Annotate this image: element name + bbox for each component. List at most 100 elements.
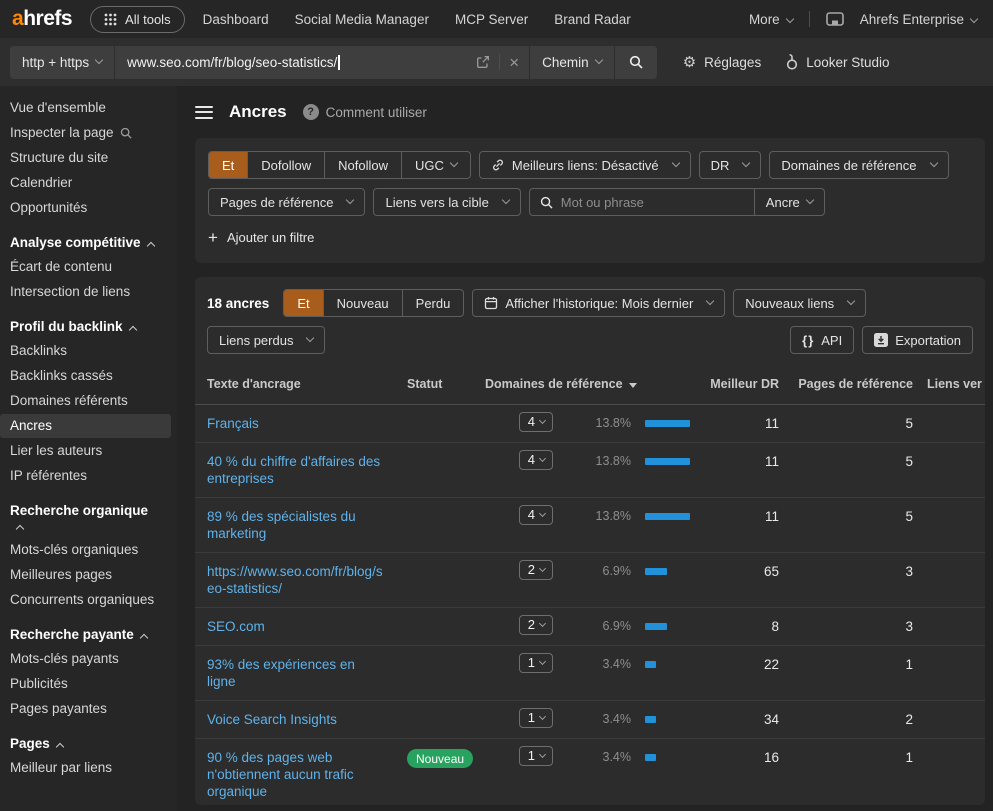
chevron-down-icon xyxy=(539,417,546,424)
domains-percent: 13.8% xyxy=(553,415,631,432)
anchor-link[interactable]: 93% des expériences en ligne xyxy=(207,656,397,690)
col-status[interactable]: Statut xyxy=(397,377,485,391)
ahrefs-logo[interactable]: ahrefs xyxy=(12,7,72,31)
nav-brand-radar[interactable]: Brand Radar xyxy=(554,12,631,27)
sidebar-section-header[interactable]: Recherche payante xyxy=(0,613,171,647)
sidebar-item-vue-d-ensemble[interactable]: Vue d'ensemble xyxy=(0,96,171,120)
table-row: SEO.com 2 6.9% 8 3 xyxy=(195,608,985,646)
anchor-link[interactable]: Voice Search Insights xyxy=(207,711,397,728)
toolbar-nouveau-button[interactable]: Nouveau xyxy=(323,290,402,316)
sidebar-item-ancres[interactable]: Ancres xyxy=(0,414,171,438)
sidebar-item-mots-cl-s-organiques[interactable]: Mots-clés organiques xyxy=(0,538,171,562)
sidebar-item-structure-du-site[interactable]: Structure du site xyxy=(0,146,171,170)
sidebar-section-header[interactable]: Profil du backlink xyxy=(0,305,171,339)
sort-desc-icon xyxy=(629,383,637,388)
all-tools-button[interactable]: All tools xyxy=(90,6,185,33)
domains-count-dropdown[interactable]: 2 xyxy=(519,560,553,580)
filter-nofollow-button[interactable]: Nofollow xyxy=(324,152,401,178)
domains-count-dropdown[interactable]: 4 xyxy=(519,505,553,525)
nav-mcp-server[interactable]: MCP Server xyxy=(455,12,528,27)
sidebar-item-domaines-r-f-rents[interactable]: Domaines référents xyxy=(0,389,171,413)
path-mode-dropdown[interactable]: Chemin xyxy=(530,46,614,79)
table-row: 89 % des spécialistes du marketing 4 13.… xyxy=(195,498,985,553)
sidebar-item-mots-cl-s-payants[interactable]: Mots-clés payants xyxy=(0,647,171,671)
sidebar-item-pages-payantes[interactable]: Pages payantes xyxy=(0,697,171,721)
domains-count-dropdown[interactable]: 1 xyxy=(519,708,553,728)
anchor-link[interactable]: 89 % des spécialistes du marketing xyxy=(207,508,397,542)
chevron-down-icon xyxy=(346,196,354,204)
history-dropdown[interactable]: Afficher l'historique: Mois dernier xyxy=(472,289,725,317)
add-filter-button[interactable]: + Ajouter un filtre xyxy=(208,229,314,246)
target-url-input[interactable]: www.seo.com/fr/blog/seo-statistics/ × xyxy=(115,46,529,79)
sidebar-section-header[interactable]: Analyse compétitive xyxy=(0,221,171,255)
lost-links-dropdown[interactable]: Liens perdus xyxy=(207,326,325,354)
sidebar-section-header[interactable]: Pages xyxy=(0,722,171,756)
col-ref-pages[interactable]: Pages de référence xyxy=(779,377,913,391)
sidebar-item-intersection-de-liens[interactable]: Intersection de liens xyxy=(0,280,171,304)
export-button[interactable]: Exportation xyxy=(862,326,973,354)
anchor-link[interactable]: SEO.com xyxy=(207,618,397,635)
anchor-link[interactable]: https://www.seo.com/fr/blog/seo-statisti… xyxy=(207,563,397,597)
open-external-icon[interactable] xyxy=(476,55,490,69)
sidebar-item-ip-r-f-rentes[interactable]: IP référentes xyxy=(0,464,171,488)
looker-studio-button[interactable]: Looker Studio xyxy=(785,54,889,70)
filter-dofollow-button[interactable]: Dofollow xyxy=(247,152,324,178)
sidebar-section-header[interactable]: Recherche organique xyxy=(0,489,171,538)
domains-count-dropdown[interactable]: 4 xyxy=(519,412,553,432)
toolbar-perdu-button[interactable]: Perdu xyxy=(402,290,464,316)
domains-count-dropdown[interactable]: 1 xyxy=(519,653,553,673)
table-header: Texte d'ancrage Statut Domaines de référ… xyxy=(195,363,985,405)
sidebar-item-backlinks-cass-s[interactable]: Backlinks cassés xyxy=(0,364,171,388)
domains-count-dropdown[interactable]: 1 xyxy=(519,746,553,766)
sidebar-item-backlinks[interactable]: Backlinks xyxy=(0,339,171,363)
api-button[interactable]: {} API xyxy=(790,326,854,354)
sidebar-item-publicit-s[interactable]: Publicités xyxy=(0,672,171,696)
links-to-target-dropdown[interactable]: Liens vers la cible xyxy=(373,188,520,216)
sidebar-item--cart-de-contenu[interactable]: Écart de contenu xyxy=(0,255,171,279)
col-ref-domains[interactable]: Domaines de référence xyxy=(485,377,700,391)
domains-count-dropdown[interactable]: 4 xyxy=(519,450,553,470)
enterprise-menu[interactable]: Ahrefs Enterprise xyxy=(860,12,977,27)
sidebar-item-inspecter-la-page[interactable]: Inspecter la page xyxy=(0,121,171,145)
ref-pages-dropdown[interactable]: Pages de référence xyxy=(208,188,365,216)
how-to-use-link[interactable]: ? Comment utiliser xyxy=(303,104,427,120)
col-anchor-text[interactable]: Texte d'ancrage xyxy=(207,377,397,391)
anchor-scope-dropdown[interactable]: Ancre xyxy=(755,195,824,210)
toolbar-et-button[interactable]: Et xyxy=(284,290,322,316)
word-phrase-input[interactable]: Mot ou phrase xyxy=(530,195,754,210)
search-button[interactable] xyxy=(615,46,657,79)
percent-bar xyxy=(631,415,700,427)
settings-button[interactable]: ⚙ Réglages xyxy=(683,53,762,71)
sidebar-item-opportunit-s[interactable]: Opportunités xyxy=(0,196,171,220)
clear-input-icon[interactable]: × xyxy=(509,54,519,71)
dr-dropdown[interactable]: DR xyxy=(699,151,762,179)
protocol-dropdown[interactable]: http + https xyxy=(10,46,114,79)
anchor-link[interactable]: 40 % du chiffre d'affaires des entrepris… xyxy=(207,453,397,487)
filter-ugc-dropdown[interactable]: UGC xyxy=(401,152,470,178)
chevron-up-icon xyxy=(146,242,154,250)
top-nav: Dashboard Social Media Manager MCP Serve… xyxy=(203,12,631,27)
percent-bar xyxy=(631,656,700,668)
menu-toggle-icon[interactable] xyxy=(195,106,213,119)
new-links-dropdown[interactable]: Nouveaux liens xyxy=(733,289,866,317)
filter-et-button[interactable]: Et xyxy=(209,152,247,178)
sidebar-item-calendrier[interactable]: Calendrier xyxy=(0,171,171,195)
sidebar-item-concurrents-organiques[interactable]: Concurrents organiques xyxy=(0,588,171,612)
anchor-link[interactable]: 90 % des pages web n'obtiennent aucun tr… xyxy=(207,749,397,800)
best-links-dropdown[interactable]: Meilleurs liens: Désactivé xyxy=(479,151,691,179)
nav-dashboard[interactable]: Dashboard xyxy=(203,12,269,27)
nav-social-media-manager[interactable]: Social Media Manager xyxy=(295,12,429,27)
col-links-to[interactable]: Liens ver xyxy=(913,377,985,391)
sidebar-item-lier-les-auteurs[interactable]: Lier les auteurs xyxy=(0,439,171,463)
workspace-icon[interactable] xyxy=(826,12,844,27)
more-menu[interactable]: More xyxy=(749,12,793,27)
ref-domains-dropdown[interactable]: Domaines de référence xyxy=(769,151,948,179)
domains-count-dropdown[interactable]: 2 xyxy=(519,615,553,635)
anchor-link[interactable]: Français xyxy=(207,415,397,432)
col-best-dr[interactable]: Meilleur DR xyxy=(700,377,779,391)
page-title: Ancres xyxy=(229,102,287,122)
chevron-down-icon xyxy=(706,297,714,305)
sidebar-item-meilleur-par-liens[interactable]: Meilleur par liens xyxy=(0,756,171,780)
sidebar-item-meilleures-pages[interactable]: Meilleures pages xyxy=(0,563,171,587)
chevron-down-icon xyxy=(785,14,793,22)
